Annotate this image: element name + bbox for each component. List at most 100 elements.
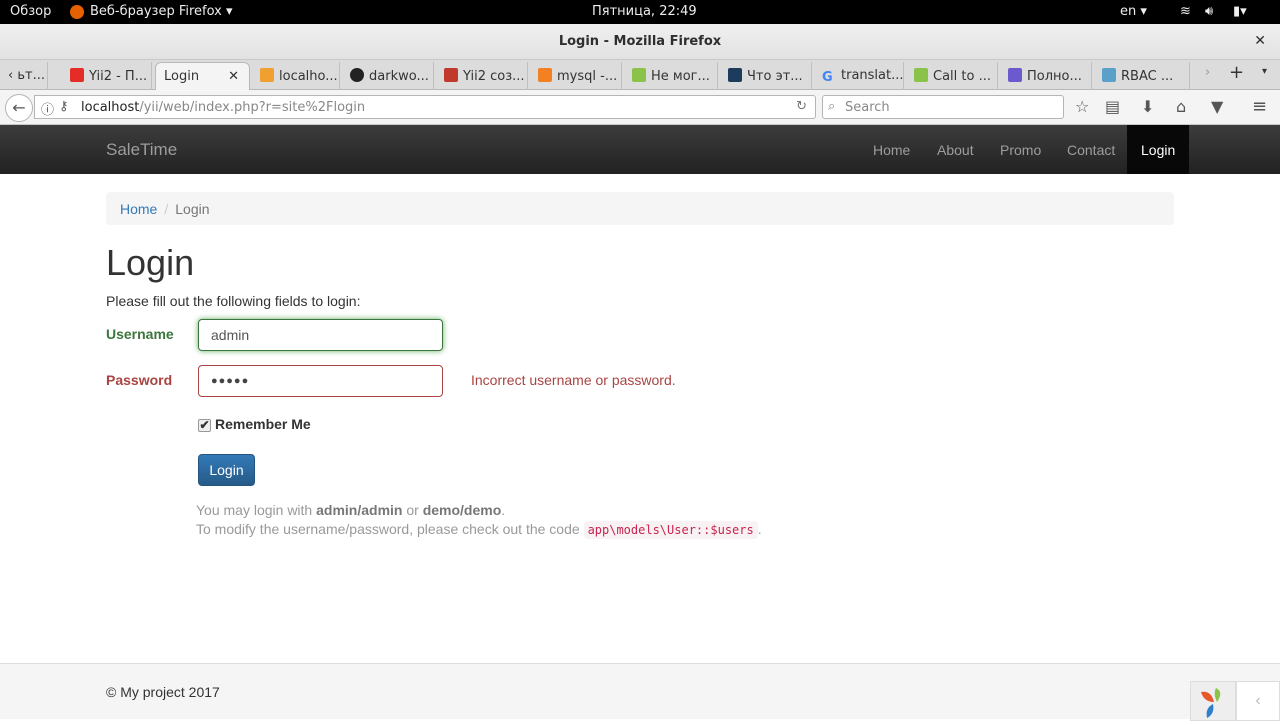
new-tab-icon[interactable]: +	[1229, 62, 1244, 83]
tab[interactable]: Не мог...	[624, 62, 718, 90]
breadcrumb-home[interactable]: Home	[120, 201, 157, 217]
download-icon[interactable]: ⬇	[1141, 97, 1154, 116]
hint-credentials: You may login with admin/admin or demo/d…	[196, 502, 506, 518]
brand-link[interactable]: SaleTime	[106, 140, 177, 160]
nav-contact[interactable]: Contact	[1067, 125, 1115, 174]
password-label: Password	[106, 372, 173, 388]
page-title: Login	[106, 242, 195, 283]
window-titlebar: Login - Mozilla Firefox ✕	[0, 24, 1280, 60]
tab-label: Что эт...	[747, 69, 803, 84]
tab[interactable]: ‹ ьт...	[0, 62, 48, 90]
copyright: © My project 2017	[106, 684, 220, 700]
reload-icon[interactable]: ↻	[796, 99, 807, 114]
tab-label: Yii2 - П...	[89, 69, 148, 84]
tab-label: ьт...	[17, 68, 45, 83]
password-input[interactable]: ●●●●●	[198, 365, 443, 397]
url-bar[interactable]: ⓘ ⚷ localhost/yii/web/index.php?r=site%2…	[34, 95, 816, 119]
youtube-icon	[70, 68, 84, 82]
tab-label: Login	[164, 69, 200, 84]
checkbox-checked-icon[interactable]: ✔	[198, 419, 211, 432]
yii-icon	[914, 68, 928, 82]
intro-text: Please fill out the following fields to …	[106, 293, 361, 309]
pocket-icon[interactable]: ▼	[1211, 97, 1223, 116]
tab-label: localho...	[279, 69, 338, 84]
browser-toolbar: ← ⓘ ⚷ localhost/yii/web/index.php?r=site…	[0, 90, 1280, 125]
close-window-icon[interactable]: ✕	[1254, 33, 1266, 49]
tab-label: mysql -...	[557, 69, 618, 84]
site-navbar: SaleTime Home About Promo Contact Login	[0, 125, 1280, 174]
site-icon	[728, 68, 742, 82]
system-top-bar: Обзор Веб-браузер Firefox ▾ Пятница, 22:…	[0, 0, 1280, 24]
login-button[interactable]: Login	[198, 454, 255, 486]
app-menu[interactable]: Веб-браузер Firefox ▾	[90, 4, 233, 19]
breadcrumb-current: Login	[175, 201, 210, 217]
tab[interactable]: Call to ...	[906, 62, 998, 90]
firefox-icon	[70, 5, 84, 19]
yii-icon	[632, 68, 646, 82]
tab[interactable]: Что эт...	[720, 62, 812, 90]
window-title: Login - Mozilla Firefox	[558, 34, 722, 49]
tab[interactable]: Yii2 соз...	[436, 62, 528, 90]
search-input[interactable]: ⌕ Search	[822, 95, 1064, 119]
tab[interactable]: Gtranslat...	[814, 62, 904, 90]
breadcrumb: Home / Login	[106, 192, 1174, 225]
wifi-icon[interactable]: ≋	[1180, 4, 1191, 19]
tab-label: Не мог...	[651, 69, 710, 84]
tab-label: translat...	[841, 68, 904, 83]
url-path: /yii/web/index.php?r=site%2Flogin	[139, 100, 366, 115]
footer: © My project 2017 ‹	[0, 663, 1280, 721]
activities-button[interactable]: Обзор	[10, 4, 51, 19]
tab-label: Call to ...	[933, 69, 991, 84]
tab[interactable]: RBAC ...	[1094, 62, 1190, 90]
yii-debug-logo-icon[interactable]	[1190, 681, 1236, 721]
username-input[interactable]: admin	[198, 319, 443, 351]
hint-modify: To modify the username/password, please …	[196, 521, 762, 539]
username-label: Username	[106, 326, 174, 342]
tab-active[interactable]: Login ✕	[155, 62, 250, 90]
battery-icon[interactable]: ▮▾	[1233, 4, 1247, 19]
tab-label: RBAC ...	[1121, 69, 1174, 84]
debug-toggle-chevron-icon[interactable]: ‹	[1236, 681, 1280, 721]
tab-label: darkwo...	[369, 69, 429, 84]
site-icon	[1102, 68, 1116, 82]
info-icon[interactable]: ⓘ	[41, 99, 54, 118]
url-host: localhost	[81, 100, 140, 115]
stackoverflow-icon	[538, 68, 552, 82]
clock[interactable]: Пятница, 22:49	[592, 4, 697, 19]
remember-me-label: Remember Me	[215, 416, 311, 432]
search-placeholder: Search	[845, 100, 890, 115]
google-icon: G	[822, 70, 833, 85]
search-icon: ⌕	[828, 99, 836, 114]
nav-about[interactable]: About	[937, 125, 974, 174]
phpmyadmin-icon	[260, 68, 274, 82]
tab[interactable]: mysql -...	[530, 62, 622, 90]
nav-home[interactable]: Home	[873, 125, 910, 174]
tab[interactable]: darkwo...	[342, 62, 434, 90]
tab-strip: ‹ ьт... Yii2 - П... Login ✕ localho... da…	[0, 60, 1280, 90]
tab[interactable]: localho...	[252, 62, 340, 90]
reading-list-icon[interactable]: ▤	[1105, 97, 1120, 116]
remember-me[interactable]: ✔ Remember Me	[198, 416, 311, 432]
close-tab-icon[interactable]: ✕	[228, 69, 239, 84]
nav-login[interactable]: Login	[1127, 125, 1190, 174]
tab[interactable]: Полно...	[1000, 62, 1092, 90]
site-icon	[444, 68, 458, 82]
menu-icon[interactable]: ≡	[1252, 96, 1267, 117]
breadcrumb-separator: /	[164, 201, 169, 217]
tab[interactable]: Yii2 - П...	[62, 62, 152, 90]
back-button[interactable]: ←	[5, 94, 33, 122]
tab-list-icon[interactable]: ▾	[1262, 66, 1267, 77]
scroll-tabs-right-icon[interactable]: ›	[1205, 65, 1210, 80]
yii-icon	[1008, 68, 1022, 82]
github-icon	[350, 68, 364, 82]
nav-promo[interactable]: Promo	[1000, 125, 1041, 174]
key-icon[interactable]: ⚷	[59, 99, 69, 114]
tab-label: Yii2 соз...	[463, 69, 525, 84]
bookmark-star-icon[interactable]: ☆	[1075, 97, 1089, 116]
scroll-tabs-left-icon[interactable]: ‹	[8, 68, 17, 83]
home-icon[interactable]: ⌂	[1176, 97, 1186, 116]
code-snippet: app\models\User::$users	[583, 521, 758, 539]
language-selector[interactable]: en ▾	[1120, 4, 1147, 19]
volume-icon[interactable]: 🔊︎	[1205, 4, 1213, 19]
password-error: Incorrect username or password.	[471, 372, 676, 388]
